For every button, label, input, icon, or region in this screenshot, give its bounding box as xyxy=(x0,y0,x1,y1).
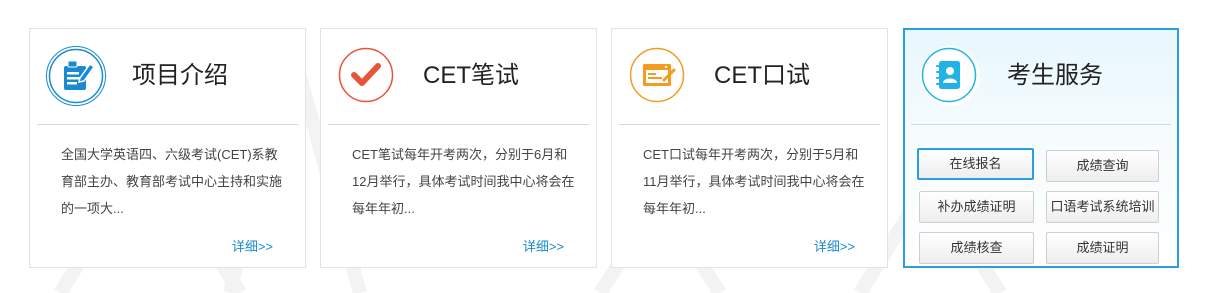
card-description: CET笔试每年开考两次，分别于6月和12月举行，具体考试时间我中心将会在每年年初… xyxy=(352,147,575,216)
oral-exam-system-training-button[interactable]: 口语考试系统培训 xyxy=(1046,191,1159,223)
document-edit-icon xyxy=(46,46,106,106)
divider xyxy=(328,124,589,125)
checkmark-icon xyxy=(337,46,397,106)
more-link[interactable]: 详细>> xyxy=(232,236,273,255)
card-description: 全国大学英语四、六级考试(CET)系教育部主办、教育部考试中心主持和实施的一项大… xyxy=(61,147,283,216)
divider xyxy=(37,124,298,125)
cet-written-card: CET笔试 CET笔试每年开考两次，分别于6月和12月举行，具体考试时间我中心将… xyxy=(320,28,597,268)
more-link[interactable]: 详细>> xyxy=(523,236,564,255)
more-link[interactable]: 详细>> xyxy=(814,236,855,255)
reissue-score-certificate-button[interactable]: 补办成绩证明 xyxy=(919,191,1034,223)
project-intro-card: 项目介绍 全国大学英语四、六级考试(CET)系教育部主办、教育部考试中心主持和实… xyxy=(29,28,306,268)
browser-window-icon xyxy=(628,46,688,106)
student-services-card: 考生服务 在线报名 成绩查询 补办成绩证明 口语考试系统培训 成绩核查 成绩证明 xyxy=(903,28,1179,268)
online-registration-button[interactable]: 在线报名 xyxy=(917,148,1034,180)
divider xyxy=(911,124,1171,125)
card-description: CET口试每年开考两次，分别于5月和11月举行，具体考试时间我中心将会在每年年初… xyxy=(643,147,865,216)
card-title: 考生服务 xyxy=(1007,62,1103,89)
card-title: CET口试 xyxy=(714,62,810,89)
cet-oral-card: CET口试 CET口试每年开考两次，分别于5月和11月举行，具体考试时间我中心将… xyxy=(611,28,888,268)
contact-book-icon xyxy=(920,46,980,106)
card-title: CET笔试 xyxy=(423,62,519,89)
score-certificate-button[interactable]: 成绩证明 xyxy=(1046,232,1159,264)
score-query-button[interactable]: 成绩查询 xyxy=(1046,150,1159,182)
divider xyxy=(619,124,880,125)
card-title: 项目介绍 xyxy=(132,62,228,89)
score-verification-button[interactable]: 成绩核查 xyxy=(919,232,1034,264)
